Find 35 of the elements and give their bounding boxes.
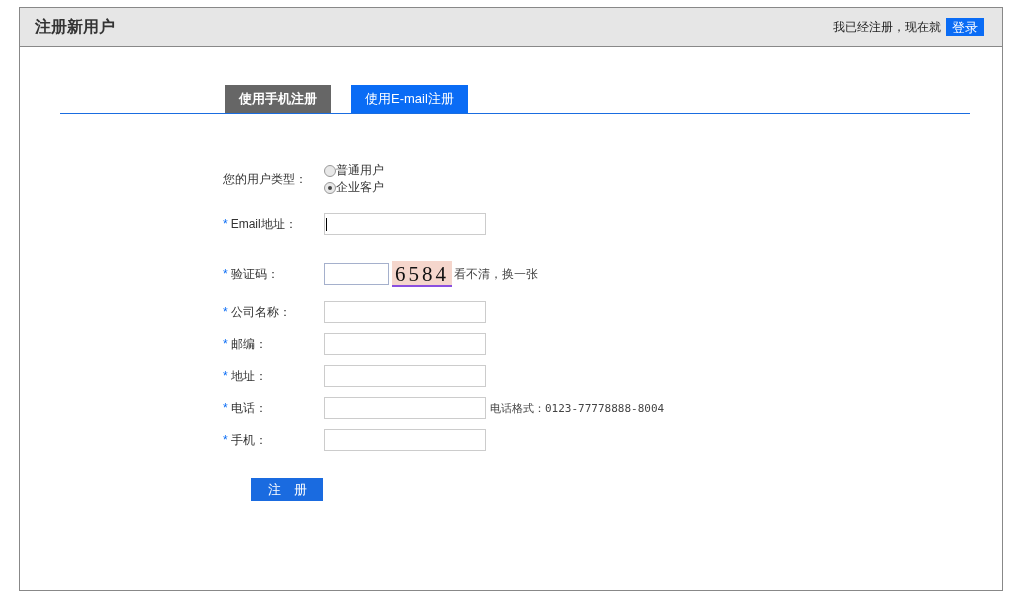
input-field[interactable] xyxy=(324,429,486,451)
required-mark: * xyxy=(223,217,228,231)
required-mark: * xyxy=(223,305,228,319)
page-title: 注册新用户 xyxy=(35,16,115,37)
field-label: 手机： xyxy=(230,431,267,449)
tab[interactable]: 使用手机注册 xyxy=(225,85,331,113)
radio-button[interactable] xyxy=(324,164,336,177)
required-mark: * xyxy=(223,369,228,383)
field-label: 邮编： xyxy=(230,335,267,353)
input-field[interactable] xyxy=(324,333,486,355)
required-mark: * xyxy=(223,433,228,447)
field-label: 地址： xyxy=(230,367,267,385)
input-field[interactable] xyxy=(324,397,486,419)
field-hint: 电话格式：0123-77778888-8004 xyxy=(490,400,665,416)
radio-label[interactable]: 普通用户 xyxy=(336,162,384,179)
radio-label[interactable]: 企业客户 xyxy=(336,179,384,196)
captcha-image: 6584 xyxy=(392,261,452,287)
field-label: 您的用户类型： xyxy=(223,170,307,188)
field-label: 验证码： xyxy=(230,265,279,283)
login-prompt: 我已经注册，现在就 xyxy=(833,18,941,36)
radio-button[interactable] xyxy=(324,181,336,194)
field-label: 公司名称： xyxy=(230,303,291,321)
tab[interactable]: 使用E-mail注册 xyxy=(351,85,468,113)
required-mark: * xyxy=(223,267,228,281)
required-mark: * xyxy=(223,337,228,351)
input-field[interactable] xyxy=(324,301,486,323)
input-field[interactable] xyxy=(324,213,486,235)
register-button[interactable]: 注 册 xyxy=(251,478,323,501)
refresh-captcha-link[interactable]: 看不清，换一张 xyxy=(454,265,538,283)
input-field[interactable] xyxy=(324,365,486,387)
captcha-field[interactable] xyxy=(324,263,389,285)
required-mark: * xyxy=(223,401,228,415)
login-button[interactable]: 登录 xyxy=(946,18,984,36)
field-label: Email地址： xyxy=(230,215,297,233)
field-label: 电话： xyxy=(230,399,267,417)
